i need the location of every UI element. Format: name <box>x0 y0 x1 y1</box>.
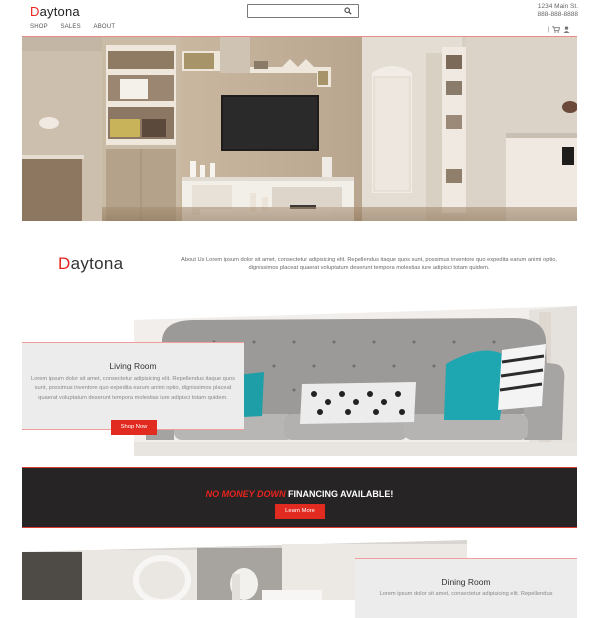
hero-image <box>22 36 577 221</box>
financing-banner: NO MONEY DOWN FINANCING AVAILABLE! Learn… <box>22 467 577 528</box>
dining-room-title: Dining Room <box>441 577 491 587</box>
user-icon[interactable] <box>563 26 570 33</box>
cart-icon[interactable] <box>552 26 560 33</box>
nav-sales[interactable]: SALES <box>60 24 80 30</box>
about-text: About Us Lorem ipsum dolor sit amet, con… <box>181 257 557 271</box>
shop-now-button[interactable]: Shop Now <box>111 420 157 435</box>
logo-rest: aytona <box>39 4 80 19</box>
dining-room-description: Lorem ipsum dolor sit amet, consectetur … <box>379 591 553 597</box>
financing-highlight: NO MONEY DOWN <box>205 489 286 499</box>
utils-separator: | <box>547 26 549 33</box>
dining-room-card: Dining Room Lorem ipsum dolor sit amet, … <box>355 558 577 618</box>
search-icon[interactable] <box>344 7 352 15</box>
search-bar <box>247 4 359 18</box>
financing-headline: NO MONEY DOWN FINANCING AVAILABLE! <box>22 489 577 499</box>
nav-about[interactable]: ABOUT <box>94 24 116 30</box>
main-nav: SHOP SALES ABOUT <box>30 24 126 30</box>
financing-rest: FINANCING AVAILABLE! <box>285 489 394 499</box>
nav-shop[interactable]: SHOP <box>30 24 48 30</box>
learn-more-button[interactable]: Learn More <box>275 504 325 519</box>
contact-info: 1234 Main St. 888-888-8888 <box>538 3 578 19</box>
about-logo: Daytona <box>58 254 123 274</box>
address-line: 1234 Main St. <box>537 3 578 10</box>
search-input[interactable] <box>250 6 340 16</box>
about-logo-rest: aytona <box>70 254 124 273</box>
living-room-description: Lorem ipsum dolor sit amet, consectetur … <box>31 376 235 401</box>
living-room-interior-photo <box>22 37 577 221</box>
about-logo-initial: D <box>58 254 71 273</box>
logo[interactable]: Daytona <box>30 4 80 19</box>
logo-initial: D <box>30 4 40 19</box>
living-room-title: Living Room <box>109 361 157 371</box>
living-room-card: Living Room Lorem ipsum dolor sit amet, … <box>22 342 244 435</box>
header-utilities: | <box>547 26 570 33</box>
phone-number: 888-888-8888 <box>537 11 578 18</box>
